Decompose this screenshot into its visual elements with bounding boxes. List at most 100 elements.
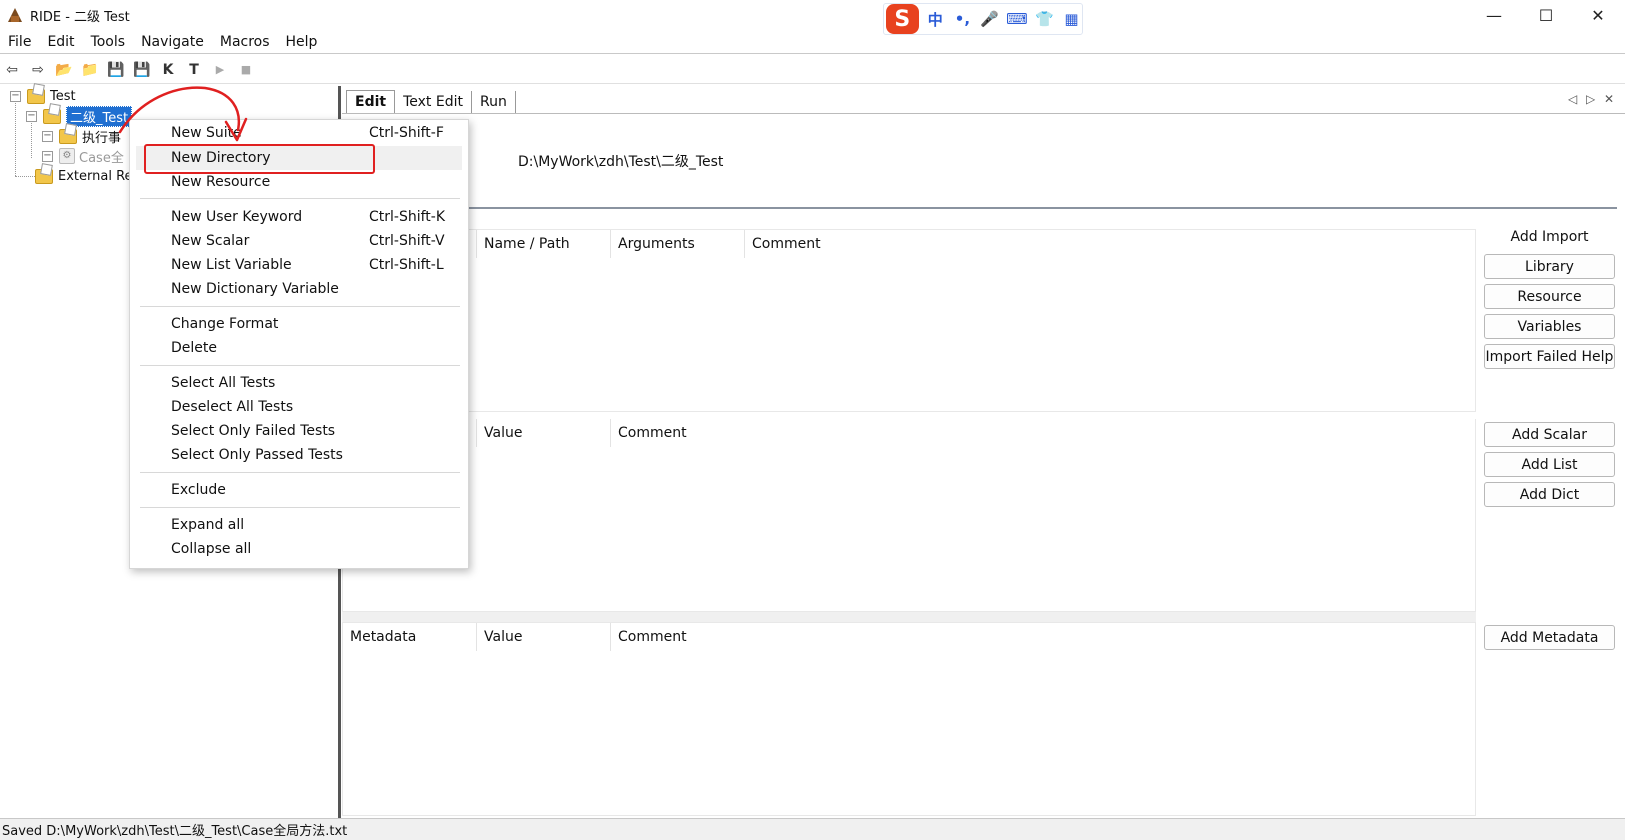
folder-icon <box>27 88 45 104</box>
open-dir-icon[interactable]: 📂 <box>54 60 74 80</box>
save-icon[interactable]: 💾 <box>106 60 126 80</box>
menu-separator <box>140 198 460 199</box>
ime-punctuation-icon[interactable]: •, <box>952 10 973 28</box>
collapse-icon[interactable]: − <box>26 110 37 122</box>
add-dict-button[interactable]: Add Dict <box>1484 482 1615 507</box>
toolbar: ⇦ ⇨ 📂 📁 💾 💾 K T ▶ ■ <box>0 56 1625 84</box>
tree-item-external-resources[interactable]: External Re <box>35 166 133 186</box>
source-path: D:\MyWork\zdh\Test\二级_Test <box>518 154 724 170</box>
run-icon[interactable]: ▶ <box>210 60 230 80</box>
menu-navigate[interactable]: Navigate <box>133 34 212 50</box>
keyboard-icon[interactable]: ⌨ <box>1006 10 1028 28</box>
menu-item-new-suite[interactable]: New Suite Ctrl-Shift-F <box>136 121 462 145</box>
test-search-icon[interactable]: T <box>184 60 204 80</box>
folder-icon <box>59 128 77 144</box>
menu-item-select-only-passed-tests[interactable]: Select Only Passed Tests <box>136 443 462 467</box>
add-import-label: Add Import <box>1510 229 1589 245</box>
metadata-col-metadata: Metadata <box>343 623 477 651</box>
import-failed-help-button[interactable]: Import Failed Help <box>1484 344 1615 369</box>
menu-item-exclude[interactable]: Exclude <box>136 478 462 502</box>
window-title: RIDE - 二级 Test <box>30 10 130 25</box>
menu-help[interactable]: Help <box>278 34 326 50</box>
tree-item-suite-selected[interactable]: − 二级_Test <box>26 105 133 127</box>
tree-item-label: 二级_Test <box>66 105 133 127</box>
tab-scroll-left-icon[interactable]: ◁ <box>1568 92 1577 106</box>
tab-close-icon[interactable]: ✕ <box>1604 92 1614 106</box>
collapse-icon[interactable]: − <box>10 90 21 102</box>
tab-edit[interactable]: Edit <box>346 90 396 113</box>
close-window-button[interactable]: ✕ <box>1575 0 1621 30</box>
skin-icon[interactable]: 👕 <box>1034 10 1055 28</box>
menu-edit[interactable]: Edit <box>39 34 82 50</box>
tree-item-label: External Re <box>58 168 133 184</box>
variables-button[interactable]: Variables <box>1484 314 1615 339</box>
tree-item-resource-file[interactable]: − ⚙ Case全 <box>42 146 124 166</box>
menu-item-select-all-tests[interactable]: Select All Tests <box>136 371 462 395</box>
folder-icon <box>43 108 61 124</box>
menu-item-new-dictionary-variable[interactable]: New Dictionary Variable <box>136 277 462 301</box>
divider <box>342 207 1617 209</box>
menu-item-change-format[interactable]: Change Format <box>136 312 462 336</box>
variables-table[interactable]: Value Comment <box>342 419 1476 612</box>
forward-arrow-icon[interactable]: ⇨ <box>28 60 48 80</box>
menu-item-expand-all[interactable]: Expand all <box>136 513 462 537</box>
tree-item-label: 执行事 <box>82 130 122 146</box>
context-menu: New Suite Ctrl-Shift-F New Directory New… <box>129 119 469 569</box>
microphone-icon[interactable]: 🎤 <box>979 10 1000 28</box>
open-folder-icon[interactable]: 📁 <box>80 60 100 80</box>
menu-item-new-list-variable[interactable]: New List Variable Ctrl-Shift-L <box>136 253 462 277</box>
maximize-button[interactable]: ☐ <box>1523 0 1569 30</box>
back-arrow-icon[interactable]: ⇦ <box>2 60 22 80</box>
collapse-icon[interactable]: − <box>42 130 53 142</box>
menu-bar: File Edit Tools Navigate Macros Help <box>0 30 1625 54</box>
menu-item-new-scalar[interactable]: New Scalar Ctrl-Shift-V <box>136 229 462 253</box>
imports-col-comment: Comment <box>752 236 821 252</box>
status-text: Saved D:\MyWork\zdh\Test\二级_Test\Case全局方… <box>2 824 348 839</box>
menu-tools[interactable]: Tools <box>83 34 134 50</box>
add-list-button[interactable]: Add List <box>1484 452 1615 477</box>
menu-separator <box>140 365 460 366</box>
tree-item-child[interactable]: − 执行事 <box>42 126 121 146</box>
menu-item-deselect-all-tests[interactable]: Deselect All Tests <box>136 395 462 419</box>
menu-item-delete[interactable]: Delete <box>136 336 462 360</box>
metadata-col-comment: Comment <box>618 629 687 645</box>
keyword-search-icon[interactable]: K <box>158 60 178 80</box>
imports-col-arguments: Arguments <box>611 230 745 258</box>
ride-app-icon <box>8 8 22 22</box>
minimize-button[interactable]: — <box>1471 0 1517 30</box>
add-metadata-button[interactable]: Add Metadata <box>1484 625 1615 650</box>
menu-item-new-user-keyword[interactable]: New User Keyword Ctrl-Shift-K <box>136 205 462 229</box>
add-scalar-button[interactable]: Add Scalar <box>1484 422 1615 447</box>
menu-macros[interactable]: Macros <box>212 34 278 50</box>
tab-text-edit[interactable]: Text Edit <box>395 91 472 113</box>
editor-tabs: Edit Text Edit Run <box>342 86 1625 114</box>
resource-button[interactable]: Resource <box>1484 284 1615 309</box>
save-all-icon[interactable]: 💾 <box>132 60 152 80</box>
table-gap <box>342 612 1476 622</box>
stop-icon[interactable]: ■ <box>236 60 256 80</box>
menu-separator <box>140 507 460 508</box>
variables-col-comment: Comment <box>618 425 687 441</box>
imports-table[interactable]: Name / Path Arguments Comment <box>342 229 1476 412</box>
menu-item-select-only-failed-tests[interactable]: Select Only Failed Tests <box>136 419 462 443</box>
menu-file[interactable]: File <box>0 34 39 50</box>
collapse-icon[interactable]: − <box>42 150 53 162</box>
metadata-table[interactable]: Metadata Value Comment <box>342 622 1476 816</box>
library-button[interactable]: Library <box>1484 254 1615 279</box>
gear-file-icon: ⚙ <box>59 148 75 164</box>
tree-item-test[interactable]: − Test <box>10 86 76 106</box>
menu-separator <box>140 306 460 307</box>
folder-icon <box>35 168 53 184</box>
metadata-col-value: Value <box>477 623 611 651</box>
menu-item-collapse-all[interactable]: Collapse all <box>136 537 462 561</box>
tab-scroll-right-icon[interactable]: ▷ <box>1586 92 1595 106</box>
tree-item-label: Test <box>50 88 76 104</box>
menu-separator <box>140 472 460 473</box>
tree-item-label: Case全 <box>79 150 124 166</box>
ime-mode-toggle[interactable]: 中 <box>925 9 946 30</box>
toolbox-grid-icon[interactable]: ▦ <box>1061 10 1082 28</box>
status-bar: Saved D:\MyWork\zdh\Test\二级_Test\Case全局方… <box>0 818 1625 840</box>
title-bar: RIDE - 二级 Test S 中 •, 🎤 ⌨ 👕 ▦ — ☐ ✕ <box>0 0 1625 35</box>
tab-run[interactable]: Run <box>472 91 516 113</box>
annotation-highlight-box <box>144 144 375 174</box>
